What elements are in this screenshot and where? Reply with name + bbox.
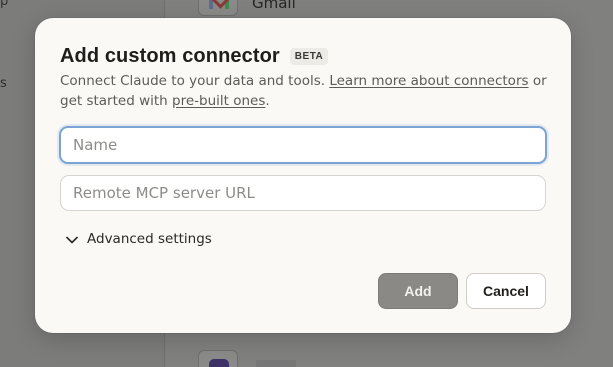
learn-more-link[interactable]: Learn more about connectors	[329, 73, 528, 89]
background-text-fragment: s	[0, 76, 7, 91]
server-url-input[interactable]	[60, 175, 546, 211]
dialog-description: Connect Claude to your data and tools. L…	[60, 71, 550, 111]
cancel-button[interactable]: Cancel	[466, 273, 546, 309]
description-text: .	[265, 93, 270, 109]
advanced-settings-label: Advanced settings	[87, 231, 212, 247]
background-text-fragment: p	[0, 0, 9, 9]
background-connector-label: Gmail	[252, 0, 296, 12]
connector-app-icon	[198, 350, 238, 367]
gmail-icon	[198, 0, 238, 16]
add-button[interactable]: Add	[378, 273, 458, 309]
chevron-down-icon	[65, 232, 79, 246]
dialog-title: Add custom connector	[60, 45, 280, 67]
description-text: Connect Claude to your data and tools.	[60, 73, 330, 89]
name-input[interactable]	[59, 126, 547, 164]
dialog-header: Add custom connector BETA	[60, 45, 329, 68]
add-connector-dialog: Add custom connector BETA Connect Claude…	[35, 18, 571, 333]
prebuilt-connectors-link[interactable]: pre-built ones	[172, 93, 265, 109]
background-connector-label-placeholder	[256, 360, 296, 367]
advanced-settings-toggle[interactable]: Advanced settings	[65, 231, 212, 247]
beta-badge: BETA	[289, 48, 329, 65]
